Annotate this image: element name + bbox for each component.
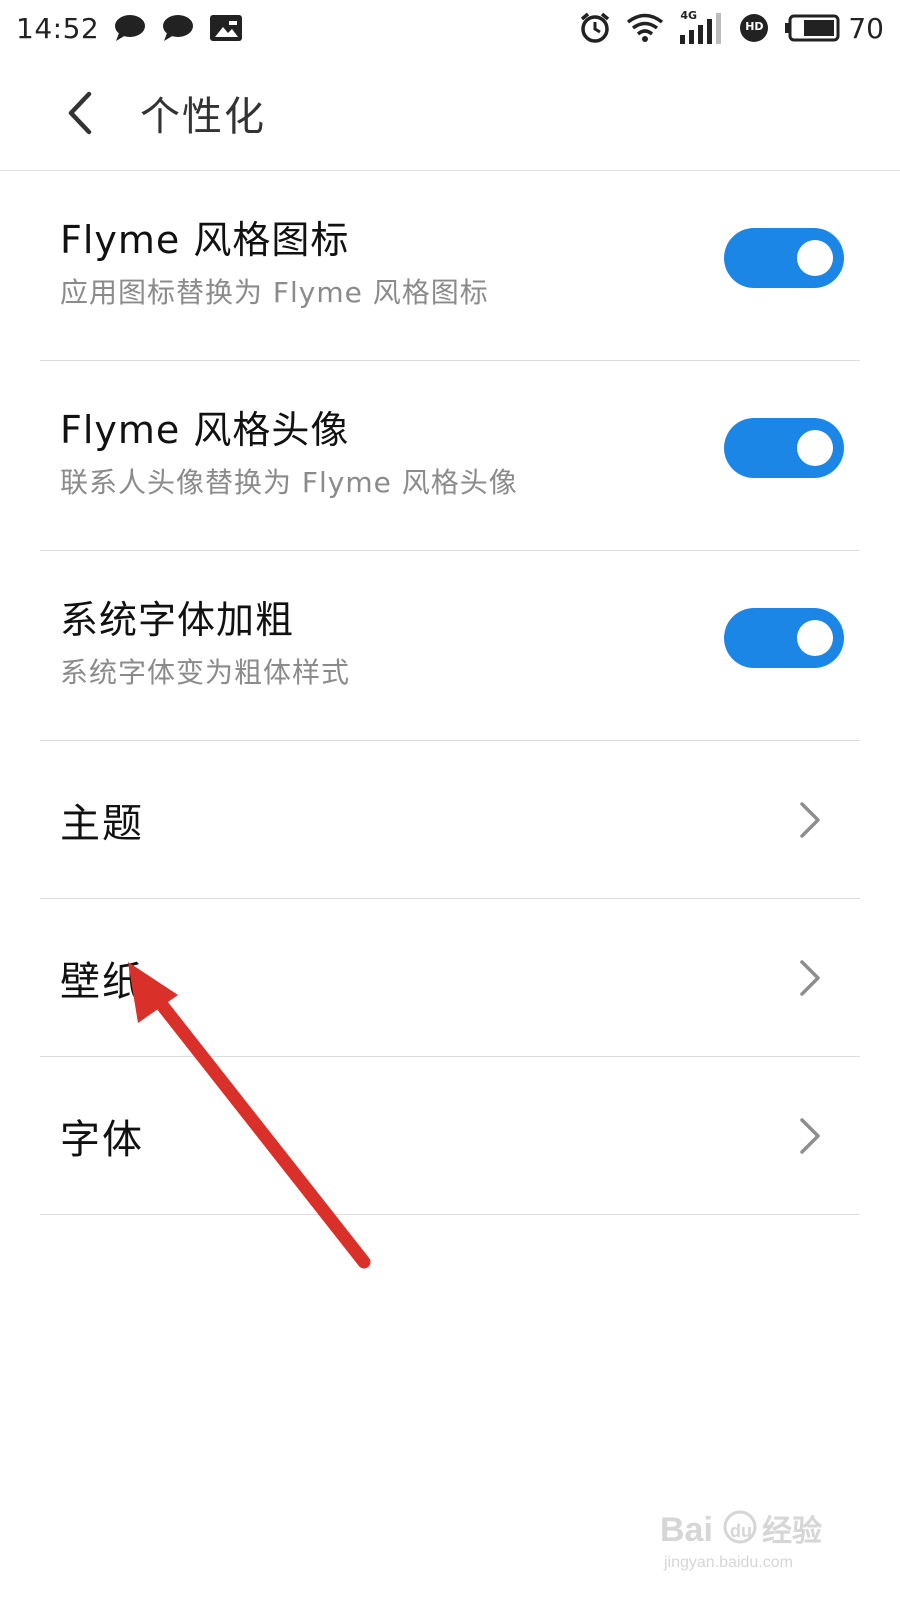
chevron-right-icon <box>800 959 820 996</box>
status-bar-right: 4G HD 70 <box>578 9 884 45</box>
settings-list: Flyme 风格图标 应用图标替换为 Flyme 风格图标 Flyme 风格头像… <box>0 171 900 1215</box>
svg-text:du: du <box>730 1521 752 1541</box>
setting-title: Flyme 风格头像 <box>60 408 350 452</box>
signal-4g-icon: 4G <box>678 9 724 45</box>
nav-item-label: 主题 <box>60 800 144 847</box>
toggle-switch[interactable] <box>724 608 844 668</box>
nav-item-wallpaper[interactable]: 壁纸 <box>40 899 860 1057</box>
battery-level: 70 <box>848 11 884 45</box>
toggle-knob <box>797 430 833 466</box>
alarm-icon <box>578 11 612 45</box>
status-bar-left: 14:52 <box>16 12 243 45</box>
chat-bubble-icon <box>113 13 147 43</box>
nav-item-label: 字体 <box>60 1116 144 1163</box>
hd-label: HD <box>745 20 764 33</box>
back-button[interactable] <box>50 83 110 143</box>
wifi-icon <box>626 13 664 43</box>
nav-item-label: 壁纸 <box>60 958 144 1005</box>
svg-text:jingyan.baidu.com: jingyan.baidu.com <box>663 1554 793 1571</box>
battery-icon <box>784 13 840 43</box>
setting-title: 系统字体加粗 <box>60 598 295 642</box>
toggle-switch[interactable] <box>724 418 844 478</box>
app-header: 个性化 <box>0 56 900 171</box>
toggle-switch[interactable] <box>724 228 844 288</box>
nav-item-font[interactable]: 字体 <box>40 1057 860 1215</box>
setting-title: Flyme 风格图标 <box>60 218 350 262</box>
hd-icon: HD <box>738 12 770 44</box>
setting-subtitle: 应用图标替换为 Flyme 风格图标 <box>60 276 489 309</box>
svg-text:经验: 经验 <box>762 1514 822 1549</box>
page-title: 个性化 <box>140 94 266 140</box>
image-notification-icon <box>209 13 243 43</box>
setting-subtitle: 系统字体变为粗体样式 <box>60 656 351 689</box>
svg-text:Bai: Bai <box>660 1511 713 1549</box>
settings-screen: 14:52 4G HD 70 个性化 Flyme 风格图标 应用图标替换为 Fl… <box>0 0 900 1600</box>
toggle-knob <box>797 620 833 656</box>
status-time: 14:52 <box>16 11 100 45</box>
status-bar: 14:52 4G HD 70 <box>0 0 900 56</box>
chevron-right-icon <box>800 801 820 838</box>
setting-subtitle: 联系人头像替换为 Flyme 风格头像 <box>60 466 518 499</box>
chat-bubble-icon <box>161 13 195 43</box>
chevron-left-icon <box>68 91 92 135</box>
setting-flyme-avatars: Flyme 风格头像 联系人头像替换为 Flyme 风格头像 <box>40 361 860 551</box>
baidu-watermark-logo: Bai du 经验 jingyan.baidu.com <box>660 1510 822 1571</box>
nav-item-theme[interactable]: 主题 <box>40 741 860 899</box>
setting-bold-font: 系统字体加粗 系统字体变为粗体样式 <box>40 551 860 741</box>
chevron-right-icon <box>800 1117 820 1154</box>
setting-flyme-icons: Flyme 风格图标 应用图标替换为 Flyme 风格图标 <box>40 171 860 361</box>
toggle-knob <box>797 240 833 276</box>
